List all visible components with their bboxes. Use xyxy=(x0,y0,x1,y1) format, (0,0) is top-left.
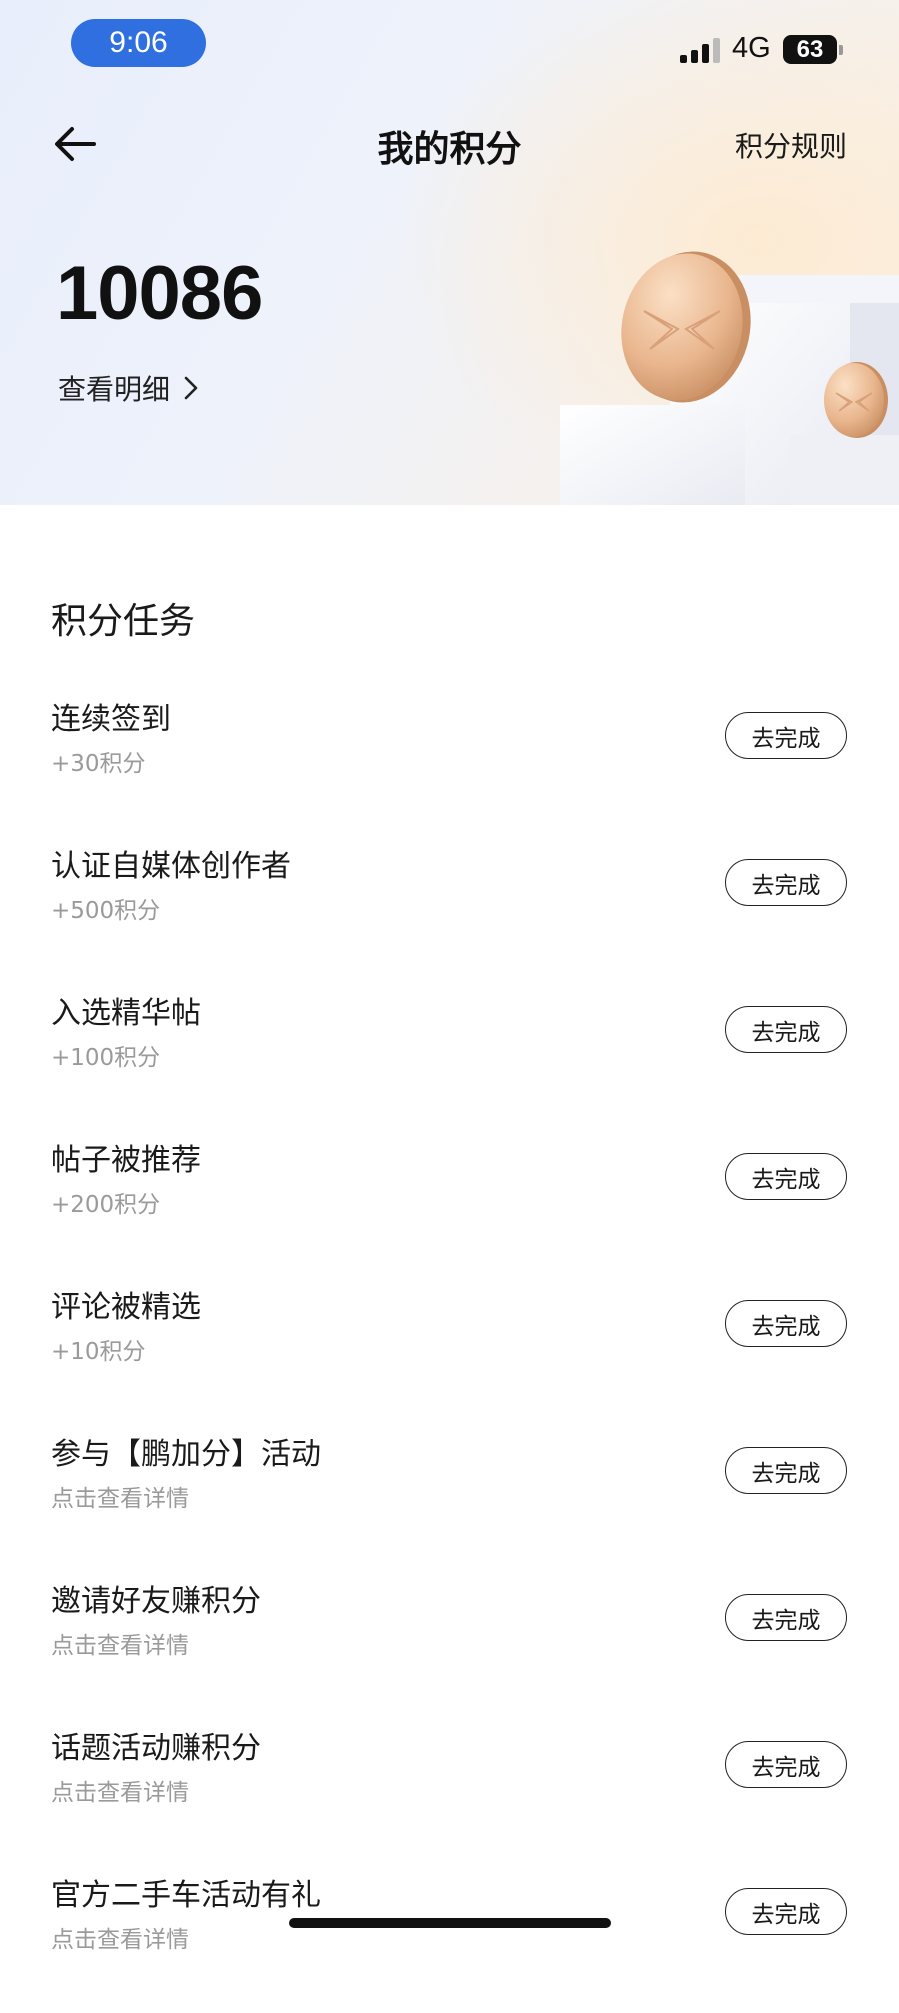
task-title: 参与【鹏加分】活动 xyxy=(51,1437,321,1472)
task-reward: +30积分 xyxy=(51,751,146,777)
task-title: 认证自媒体创作者 xyxy=(51,849,291,884)
task-item: 官方二手车活动有礼 点击查看详情 去完成 xyxy=(0,1866,899,2013)
task-title: 话题活动赚积分 xyxy=(51,1731,261,1766)
task-reward: +10积分 xyxy=(51,1339,146,1365)
task-item: 邀请好友赚积分 点击查看详情 去完成 xyxy=(0,1572,899,1719)
task-title: 入选精华帖 xyxy=(51,996,201,1031)
task-title: 评论被精选 xyxy=(51,1290,201,1325)
task-item: 入选精华帖 +100积分 去完成 xyxy=(0,984,899,1131)
go-complete-button[interactable]: 去完成 xyxy=(725,712,847,759)
go-complete-button[interactable]: 去完成 xyxy=(725,1300,847,1347)
points-balance: 10086 xyxy=(56,251,263,336)
view-details-label: 查看明细 xyxy=(58,373,171,406)
task-reward: +500积分 xyxy=(51,898,161,924)
task-reward: +100积分 xyxy=(51,1045,161,1071)
network-type: 4G xyxy=(732,32,771,64)
go-complete-button[interactable]: 去完成 xyxy=(725,859,847,906)
task-detail-hint: 点击查看详情 xyxy=(51,1780,189,1806)
task-title: 官方二手车活动有礼 xyxy=(51,1878,321,1913)
task-item: 话题活动赚积分 点击查看详情 去完成 xyxy=(0,1719,899,1866)
task-item: 评论被精选 +10积分 去完成 xyxy=(0,1278,899,1425)
task-title: 邀请好友赚积分 xyxy=(51,1584,261,1619)
task-item: 认证自媒体创作者 +500积分 去完成 xyxy=(0,837,899,984)
task-title: 帖子被推荐 xyxy=(51,1143,201,1178)
task-list: 连续签到 +30积分 去完成 认证自媒体创作者 +500积分 去完成 入选精华帖… xyxy=(0,690,899,2013)
go-complete-button[interactable]: 去完成 xyxy=(725,1447,847,1494)
battery-icon: 63 xyxy=(783,35,843,64)
task-item: 连续签到 +30积分 去完成 xyxy=(0,690,899,837)
go-complete-button[interactable]: 去完成 xyxy=(725,1741,847,1788)
tasks-section-title: 积分任务 xyxy=(51,601,196,642)
go-complete-button[interactable]: 去完成 xyxy=(725,1006,847,1053)
status-time: 9:06 xyxy=(71,19,206,67)
view-details-link[interactable]: 查看明细 xyxy=(58,368,202,408)
points-rules-link[interactable]: 积分规则 xyxy=(735,125,847,165)
task-title: 连续签到 xyxy=(51,702,171,737)
chevron-right-icon xyxy=(184,376,198,400)
go-complete-button[interactable]: 去完成 xyxy=(725,1594,847,1641)
go-complete-button[interactable]: 去完成 xyxy=(725,1888,847,1935)
task-item: 参与【鹏加分】活动 点击查看详情 去完成 xyxy=(0,1425,899,1572)
task-detail-hint: 点击查看详情 xyxy=(51,1486,189,1512)
coin-illustration-icon xyxy=(560,251,899,505)
home-indicator[interactable] xyxy=(289,1918,611,1928)
task-reward: +200积分 xyxy=(51,1192,161,1218)
cell-signal-icon xyxy=(680,37,720,63)
go-complete-button[interactable]: 去完成 xyxy=(725,1153,847,1200)
task-item: 帖子被推荐 +200积分 去完成 xyxy=(0,1131,899,1278)
task-detail-hint: 点击查看详情 xyxy=(51,1927,189,1953)
task-detail-hint: 点击查看详情 xyxy=(51,1633,189,1659)
